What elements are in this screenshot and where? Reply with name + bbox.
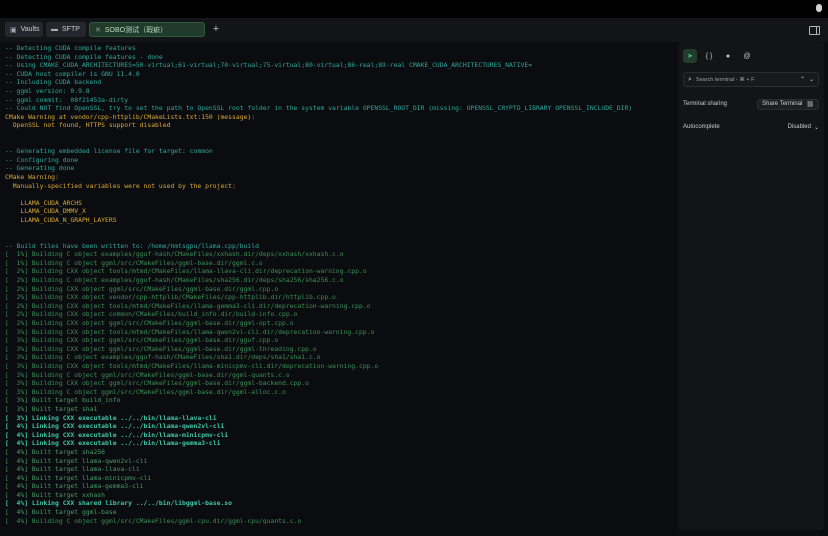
terminal-line: LLAMA_CUDA_ARCHS: [5, 198, 82, 207]
window-control-icon[interactable]: [816, 4, 822, 12]
terminal-line: [ 4%] Built target ggml-base: [5, 508, 117, 517]
share-terminal-label: Share Terminal: [762, 101, 803, 107]
terminal-line: [ 2%] Building CXX object vendor/cpp-htt…: [5, 293, 336, 302]
terminal-line: -- Generating embedded license file for …: [5, 147, 213, 156]
terminal-line: OpenSSL not found, HTTPS support disable…: [5, 121, 171, 130]
terminal-line: [ 1%] Building C object ggml/src/CMakeFi…: [5, 258, 263, 267]
autocomplete-label: Autocomplete: [683, 124, 720, 130]
terminal-line: CMake Warning:: [5, 172, 59, 181]
close-icon[interactable]: ✕: [95, 26, 101, 34]
panel-toggle-icon[interactable]: [809, 26, 820, 35]
terminal-line: LLAMA_CUDA_N_GRAPH_LAYERS: [5, 215, 117, 224]
send-icon[interactable]: ➤: [683, 49, 697, 63]
terminal-line: [ 3%] Built target sha1: [5, 404, 98, 413]
terminal-line: -- Including CUDA backend: [5, 78, 102, 87]
info-icon[interactable]: ●: [721, 49, 735, 63]
terminal-line: [ 2%] Building CXX object tools/mtmd/CMa…: [5, 267, 367, 276]
terminal-output[interactable]: -- Detecting CUDA compile features -- Det…: [0, 42, 676, 536]
terminal-line: [ 3%] Built target build_info: [5, 396, 121, 405]
vault-icon: ▣: [10, 26, 17, 34]
terminal-line: [ 4%] Linking CXX executable ../../bin/l…: [5, 422, 225, 431]
tab-vaults-label: Vaults: [20, 26, 40, 33]
terminal-line: [ 3%] Linking CXX executable ../../bin/l…: [5, 413, 217, 422]
terminal-line: -- ggml version: 0.9.8: [5, 86, 90, 95]
terminal-line: [ 4%] Built target llama-llava-cli: [5, 465, 140, 474]
terminal-line: [ 3%] Building C object ggml/src/CMakeFi…: [5, 387, 286, 396]
terminal-line: [ 4%] Built target xxhash: [5, 490, 106, 499]
terminal-line: [ 4%] Built target sha256: [5, 447, 106, 456]
chevron-down-icon[interactable]: ⌄: [809, 76, 814, 83]
terminal-line: [ 4%] Built target llama-minicpmv-cli: [5, 473, 152, 482]
terminal-line: [ 3%] Building C object ggml/src/CMakeFi…: [5, 370, 290, 379]
terminal-line: -- Build files have been written to: /ho…: [5, 241, 259, 250]
terminal-line: -- Detecting CUDA compile features - don…: [5, 52, 163, 61]
terminal-line: -- Configuring done: [5, 155, 79, 164]
tab-session-label: SOBO测试（瑕疵）: [104, 26, 168, 34]
terminal-line: [ 4%] Built target llama-qwen2vl-cli: [5, 456, 148, 465]
chevron-down-icon: ⌄: [813, 124, 819, 131]
chevron-up-icon[interactable]: ⌃: [800, 76, 805, 83]
terminal-sharing-row: Terminal sharing Share Terminal ⛓: [683, 98, 819, 110]
autocomplete-row: Autocomplete Disabled ⌄: [683, 121, 819, 133]
tab-bar: ▣ Vaults ▬ SFTP ✕ SOBO测试（瑕疵） +: [0, 18, 828, 42]
terminal-line: Manually-specified variables were not us…: [5, 181, 236, 190]
terminal-line: [ 2%] Building CXX object common/CMakeFi…: [5, 310, 298, 319]
terminal-line: [ 4%] Linking CXX executable ../../bin/l…: [5, 430, 229, 439]
terminal-line: [ 2%] Building C object examples/gguf-ha…: [5, 276, 344, 285]
terminal-line: -- Generating done: [5, 164, 75, 173]
at-icon[interactable]: @: [740, 49, 754, 63]
tab-sftp-label: SFTP: [62, 26, 80, 33]
terminal-line: [ 1%] Building C object examples/gguf-ha…: [5, 250, 344, 259]
search-terminal-field[interactable]: ⌕ Search terminal - ⌘ + F ⌃ ⌄: [683, 72, 819, 87]
terminal-line: [ 3%] Building C object examples/gguf-ha…: [5, 353, 321, 362]
terminal-line: [ 3%] Building CXX object tools/mtmd/CMa…: [5, 327, 375, 336]
autocomplete-value: Disabled: [787, 124, 811, 130]
terminal-line: -- CUDA host compiler is GNU 11.4.0: [5, 69, 140, 78]
terminal-sharing-label: Terminal sharing: [683, 101, 728, 107]
terminal-line: [ 3%] Building CXX object ggml/src/CMake…: [5, 344, 317, 353]
search-input[interactable]: Search terminal - ⌘ + F: [696, 77, 796, 83]
terminal-line: [ 3%] Building CXX object ggml/src/CMake…: [5, 379, 309, 388]
terminal-line: -- Could NOT find OpenSSL, try to set th…: [5, 104, 633, 113]
terminal-line: [ 2%] Building CXX object ggml/src/CMake…: [5, 284, 279, 293]
tab-sftp[interactable]: ▬ SFTP: [46, 22, 86, 37]
braces-icon[interactable]: { }: [702, 49, 716, 63]
title-bar: [0, 0, 828, 18]
tab-vaults[interactable]: ▣ Vaults: [5, 22, 43, 37]
sidebar-toolbar: ➤ { } ● @: [683, 49, 754, 63]
folder-icon: ▬: [51, 26, 58, 33]
terminal-line: [ 3%] Building CXX object tools/mtmd/CMa…: [5, 361, 379, 370]
link-icon: ⛓: [806, 101, 814, 108]
plus-icon[interactable]: +: [210, 23, 222, 35]
sidebar-panel: ➤ { } ● @ ⌕ Search terminal - ⌘ + F ⌃ ⌄ …: [678, 42, 824, 530]
search-icon: ⌕: [688, 75, 692, 83]
autocomplete-dropdown[interactable]: Disabled ⌄: [788, 124, 819, 131]
terminal-line: [ 4%] Linking CXX shared library ../../b…: [5, 499, 233, 508]
terminal-line: -- Detecting CUDA compile features: [5, 44, 136, 52]
terminal-line: -- ggml commit: 08f21453a-dirty: [5, 95, 129, 104]
terminal-line: [ 3%] Building CXX object ggml/src/CMake…: [5, 336, 279, 345]
terminal-line: LLAMA_CUDA_DMMV_X: [5, 207, 86, 216]
tab-session[interactable]: ✕ SOBO测试（瑕疵）: [89, 22, 205, 37]
terminal-line: [ 2%] Building CXX object tools/mtmd/CMa…: [5, 301, 371, 310]
terminal-line: [ 4%] Linking CXX executable ../../bin/l…: [5, 439, 221, 448]
terminal-line: -- Using CMAKE_CUDA_ARCHITECTURES=50-vir…: [5, 61, 533, 70]
share-terminal-button[interactable]: Share Terminal ⛓: [757, 98, 819, 110]
terminal-line: [ 4%] Building C object ggml/src/CMakeFi…: [5, 516, 302, 525]
terminal-line: [ 2%] Building CXX object ggml/src/CMake…: [5, 319, 294, 327]
terminal-line: CMake Warning at vendor/cpp-httplib/CMak…: [5, 112, 256, 121]
terminal-line: [ 4%] Built target llama-gemma3-cli: [5, 482, 144, 491]
